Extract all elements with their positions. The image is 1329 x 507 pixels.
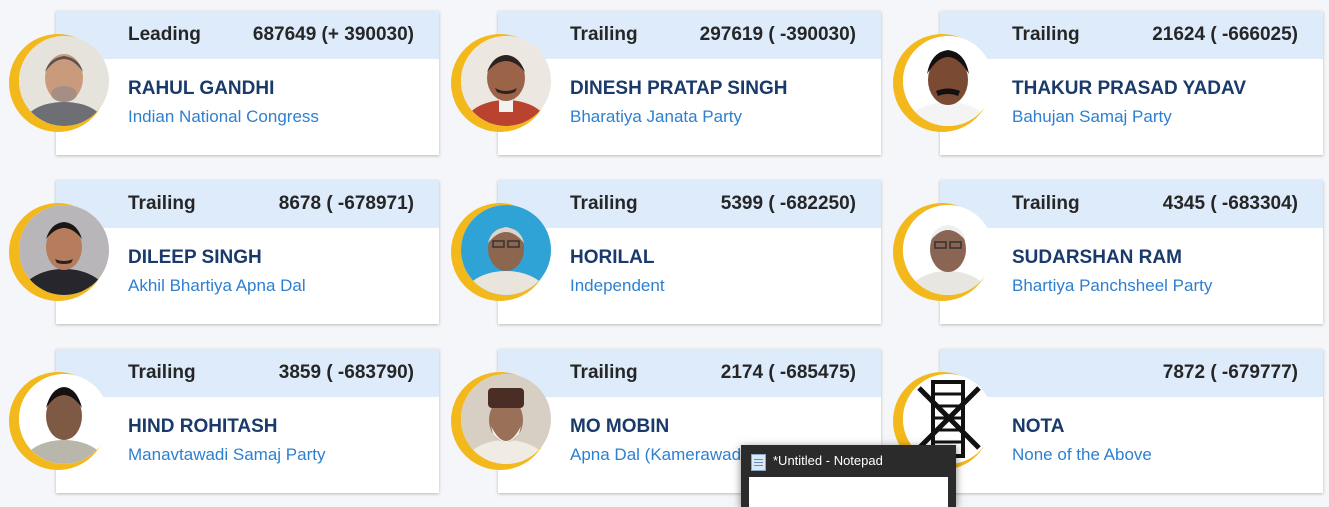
party-name: Indian National Congress [128, 107, 319, 126]
party-name: Bahujan Samaj Party [1012, 107, 1172, 126]
result-status: Trailing [570, 24, 638, 45]
candidate-name[interactable]: DINESH PRATAP SINGH [570, 78, 787, 100]
result-status: Trailing [1012, 24, 1080, 45]
result-status: Trailing [1012, 193, 1080, 214]
party-name: Bhartiya Panchsheel Party [1012, 276, 1213, 295]
candidate-photo [903, 36, 993, 126]
notepad-thumbnail [749, 477, 948, 507]
candidate-name[interactable]: MO MOBIN [570, 416, 669, 438]
vote-count: 7872 ( -679777) [1162, 362, 1298, 383]
notepad-icon [751, 454, 766, 471]
candidate-name[interactable]: HORILAL [570, 247, 654, 269]
avatar [451, 203, 551, 301]
candidate-card: Trailing 21624 ( -666025) THAKUR PRASAD … [940, 11, 1323, 155]
vote-count: 5399 ( -682250) [720, 193, 856, 214]
vote-count: 21624 ( -666025) [1152, 24, 1298, 45]
notepad-taskbar-preview[interactable]: *Untitled - Notepad [741, 445, 956, 507]
candidate-photo [461, 36, 551, 126]
candidate-name[interactable]: NOTA [1012, 416, 1064, 438]
party-name: Bharatiya Janata Party [570, 107, 742, 126]
result-status: Trailing [570, 193, 638, 214]
vote-count: 297619 ( -390030) [699, 24, 856, 45]
party-name: Apna Dal (Kamerawadi) [570, 445, 751, 464]
result-status: Trailing [570, 362, 638, 383]
party-name: Independent [570, 276, 665, 295]
candidate-photo [19, 374, 109, 464]
candidate-card: Trailing 3859 ( -683790) HIND ROHITASH M… [56, 349, 439, 493]
candidate-name[interactable]: DILEEP SINGH [128, 247, 262, 269]
candidate-photo [461, 205, 551, 295]
candidate-photo [903, 205, 993, 295]
vote-count: 4345 ( -683304) [1162, 193, 1298, 214]
candidate-card: 7872 ( -679777) NOTA None of the Above [940, 349, 1323, 493]
avatar [451, 372, 551, 470]
vote-count: 687649 (+ 390030) [252, 24, 414, 45]
vote-count: 2174 ( -685475) [720, 362, 856, 383]
candidate-card: Trailing 297619 ( -390030) DINESH PRATAP… [498, 11, 881, 155]
avatar [893, 203, 993, 301]
vote-count: 8678 ( -678971) [278, 193, 414, 214]
party-name: Manavtawadi Samaj Party [128, 445, 326, 464]
result-status: Trailing [128, 362, 196, 383]
candidate-name[interactable]: HIND ROHITASH [128, 416, 278, 438]
candidate-name[interactable]: SUDARSHAN RAM [1012, 247, 1182, 269]
candidate-photo [461, 374, 551, 464]
party-name: Akhil Bhartiya Apna Dal [128, 276, 306, 295]
avatar [9, 34, 109, 132]
candidate-card: Leading 687649 (+ 390030) RAHUL GANDHI I… [56, 11, 439, 155]
candidate-card: Trailing 4345 ( -683304) SUDARSHAN RAM B… [940, 180, 1323, 324]
notepad-window-title: *Untitled - Notepad [773, 453, 883, 468]
result-status: Leading [128, 24, 201, 45]
candidate-card: Trailing 8678 ( -678971) DILEEP SINGH Ak… [56, 180, 439, 324]
avatar [893, 34, 993, 132]
candidate-card: Trailing 5399 ( -682250) HORILAL Indepen… [498, 180, 881, 324]
avatar [451, 34, 551, 132]
avatar [9, 372, 109, 470]
party-name: None of the Above [1012, 445, 1152, 464]
candidate-name[interactable]: THAKUR PRASAD YADAV [1012, 78, 1246, 100]
avatar [9, 203, 109, 301]
candidate-photo [19, 36, 109, 126]
candidate-photo [19, 205, 109, 295]
vote-count: 3859 ( -683790) [278, 362, 414, 383]
candidate-name[interactable]: RAHUL GANDHI [128, 78, 274, 100]
result-status: Trailing [128, 193, 196, 214]
